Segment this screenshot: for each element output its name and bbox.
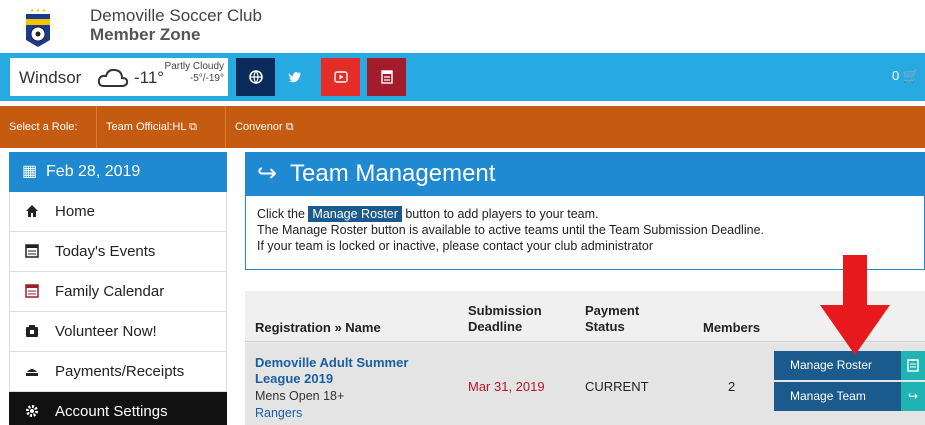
cart-count: 0 [891, 68, 900, 83]
share-arrow-icon: ↪ [257, 160, 278, 187]
role-convenor[interactable]: Convenor ⧉ [226, 106, 303, 148]
sidebar-item-label: Home [55, 203, 96, 220]
col-header-payment-1: Payment [585, 303, 640, 318]
manage-roster-highlight: Manage Roster [308, 206, 402, 222]
sidebar-item-family-calendar[interactable]: Family Calendar [9, 272, 227, 312]
manage-roster-button[interactable]: Manage Roster [774, 351, 925, 380]
weather-widget[interactable]: Windsor -11° Partly Cloudy -5°/-19° [10, 58, 228, 96]
sidebar-item-volunteer[interactable]: Volunteer Now! [9, 312, 227, 352]
calendar-icon: ▦ [22, 163, 38, 180]
manage-team-label: Manage Team [790, 389, 866, 403]
home-icon [26, 205, 38, 217]
role-bar: Select a Role: Team Official:HL ⧉ Conven… [0, 106, 925, 148]
info-line-1: Click the Manage Roster button to add pl… [257, 206, 913, 222]
col-header-members: Members [703, 320, 761, 335]
club-logo[interactable]: ★ ★ ★ [23, 6, 53, 48]
sidebar-item-payments[interactable]: Payments/Receipts [9, 352, 227, 392]
twitter-icon[interactable] [275, 58, 314, 96]
submission-deadline: Mar 31, 2019 [468, 379, 545, 394]
table-row: Demoville Adult Summer League 2019 Mens … [245, 343, 925, 425]
role-team-official-label: Team Official:HL [106, 121, 187, 133]
weather-range: -5°/-19° [189, 73, 224, 84]
sidebar-item-home[interactable]: Home [9, 192, 227, 232]
share-arrow-icon: ↪ [901, 382, 925, 411]
sidebar-item-label: Account Settings [55, 403, 168, 420]
svg-text:★ ★ ★: ★ ★ ★ [30, 8, 47, 14]
registration-name-2: League 2019 [255, 371, 334, 386]
top-bar: Windsor -11° Partly Cloudy -5°/-19° 0 🛒 [0, 53, 925, 101]
payment-status: CURRENT [585, 379, 649, 394]
club-name: Demoville Soccer Club [90, 6, 262, 25]
weather-condition-text: Partly Cloudy [164, 61, 224, 72]
team-management-header: ↪ Team Management [245, 152, 925, 196]
member-zone-title: Member Zone [90, 25, 201, 44]
select-role-label: Select a Role: [0, 106, 97, 148]
registration-name-1: Demoville Adult Summer [255, 355, 409, 370]
sidebar-item-label: Volunteer Now! [55, 323, 157, 340]
external-link-icon: ⧉ [285, 121, 294, 133]
sidebar-item-account-settings[interactable]: Account Settings [9, 392, 227, 425]
division-label: Mens Open 18+ [255, 389, 345, 403]
cart[interactable]: 0 🛒 [892, 68, 919, 84]
registration-name-link[interactable]: Demoville Adult Summer League 2019 [255, 355, 455, 387]
site-header: ★ ★ ★ Demoville Soccer Club Member Zone [0, 0, 925, 52]
page-title: Team Management [290, 160, 496, 187]
red-down-arrow-icon [820, 255, 890, 355]
volunteer-icon [26, 325, 38, 337]
role-convenor-label: Convenor [235, 121, 283, 133]
col-header-registration: Registration » Name [255, 320, 381, 335]
calendar-icon[interactable] [367, 58, 406, 96]
team-name-link[interactable]: Rangers [255, 406, 302, 420]
sidebar: ▦ Feb 28, 2019 Home Today's Events Famil… [9, 152, 227, 425]
col-header-submission-2: Deadline [468, 319, 523, 334]
info-line-2: The Manage Roster button is available to… [257, 223, 764, 237]
manage-team-button[interactable]: Manage Team ↪ [774, 382, 925, 411]
external-link-icon: ⧉ [189, 121, 198, 133]
col-header-submission: Submission Deadline [468, 303, 542, 335]
col-header-submission-1: Submission [468, 303, 542, 318]
payments-icon [26, 369, 38, 376]
sidebar-item-label: Payments/Receipts [55, 363, 185, 380]
cloud-icon [97, 68, 129, 87]
info-line-1-pre: Click the [257, 207, 309, 221]
col-header-payment-2: Status [585, 319, 625, 334]
calendar-icon [25, 244, 39, 258]
sidebar-date: ▦ Feb 28, 2019 [9, 152, 227, 192]
weather-condition: Partly Cloudy -5°/-19° [165, 61, 224, 85]
weather-temp: -11° [134, 68, 165, 87]
youtube-icon[interactable] [321, 58, 360, 96]
website-icon[interactable] [236, 58, 275, 96]
sidebar-item-label: Family Calendar [55, 283, 165, 300]
cart-icon: 🛒 [902, 68, 919, 83]
weather-city: Windsor [19, 68, 82, 87]
sidebar-item-todays-events[interactable]: Today's Events [9, 232, 227, 272]
info-line-3: If your team is locked or inactive, plea… [257, 239, 654, 253]
member-count: 2 [728, 379, 736, 394]
manage-roster-label: Manage Roster [790, 358, 873, 372]
sidebar-item-label: Today's Events [55, 243, 156, 260]
calendar-icon [25, 284, 39, 298]
info-line-1-post: button to add players to your team. [401, 207, 599, 221]
col-header-payment: Payment Status [585, 303, 639, 335]
gear-icon [26, 405, 38, 417]
sidebar-date-text: Feb 28, 2019 [46, 163, 141, 180]
role-team-official[interactable]: Team Official:HL ⧉ [97, 106, 226, 148]
clipboard-icon [901, 351, 925, 380]
